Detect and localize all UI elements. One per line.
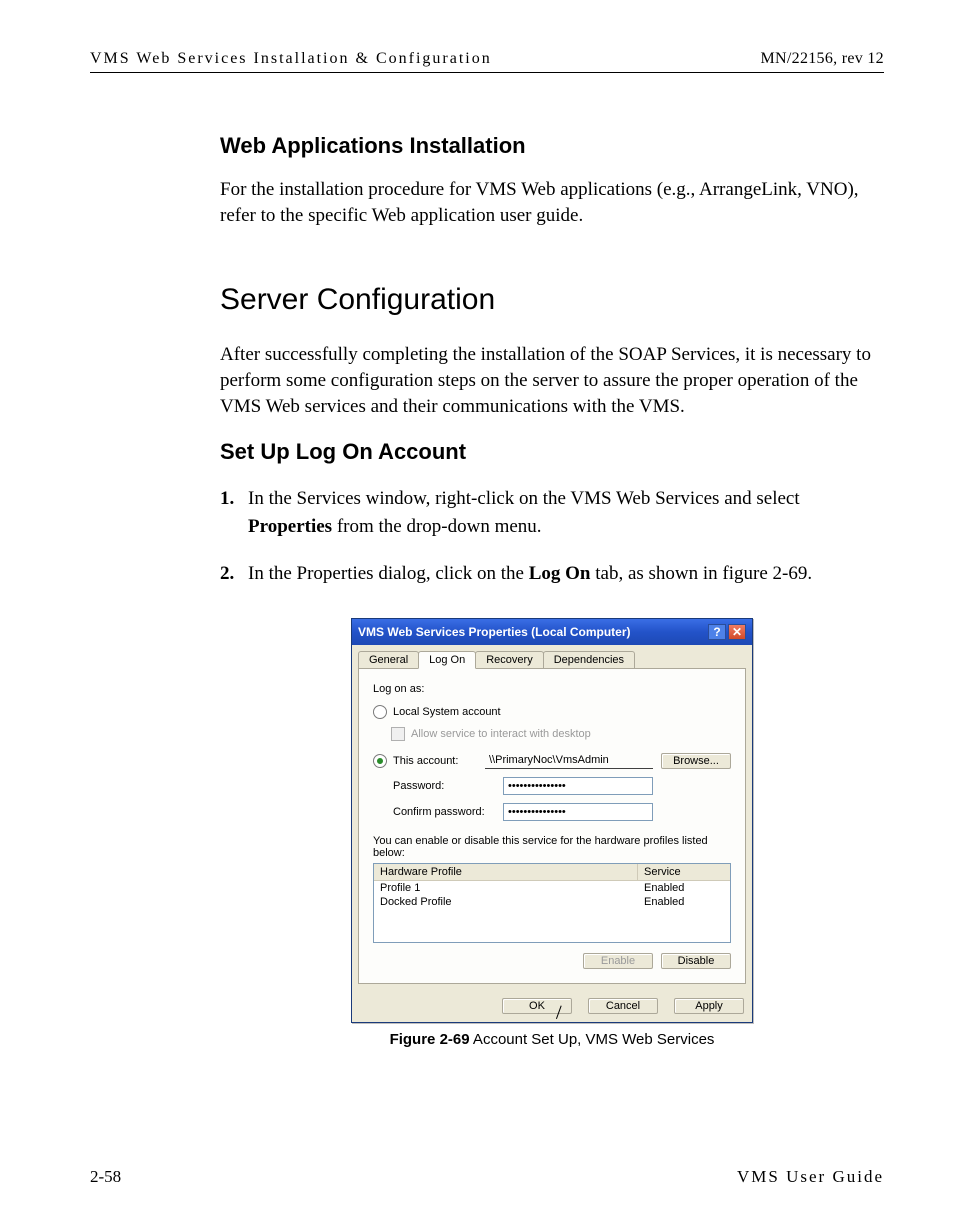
col-hardware-profile[interactable]: Hardware Profile xyxy=(374,864,638,881)
close-icon[interactable]: ✕ xyxy=(728,624,746,640)
properties-dialog: VMS Web Services Properties (Local Compu… xyxy=(351,618,753,1023)
password-input[interactable]: ••••••••••••••• xyxy=(503,777,653,795)
confirm-password-input[interactable]: ••••••••••••••• xyxy=(503,803,653,821)
help-icon[interactable]: ? xyxy=(708,624,726,640)
step-2-bold: Log On xyxy=(529,563,591,584)
confirm-password-label: Confirm password: xyxy=(373,806,503,818)
logon-as-label: Log on as: xyxy=(373,683,731,695)
header-rule xyxy=(90,72,884,73)
account-input[interactable]: \\PrimaryNoc\VmsAdmin xyxy=(485,753,653,769)
enable-button: Enable xyxy=(583,953,653,969)
step-2-text-c: tab, as shown in figure 2-69. xyxy=(591,563,813,584)
profile-status: Enabled xyxy=(638,895,730,909)
step-2-number: 2. xyxy=(220,560,234,588)
profile-name: Profile 1 xyxy=(374,881,638,895)
running-head-left: VMS Web Services Installation & Configur… xyxy=(90,50,492,68)
password-label: Password: xyxy=(373,780,503,792)
col-service[interactable]: Service xyxy=(638,864,730,881)
dialog-tabs: General Log On Recovery Dependencies xyxy=(352,645,752,668)
para-server-config: After successfully completing the instal… xyxy=(220,342,884,419)
figure-text: Account Set Up, VMS Web Services xyxy=(470,1031,715,1048)
heading-setup-logon: Set Up Log On Account xyxy=(220,439,884,465)
browse-button[interactable]: Browse... xyxy=(661,753,731,769)
step-1-text-c: from the drop-down menu. xyxy=(332,516,541,537)
cancel-button[interactable]: Cancel xyxy=(588,998,658,1014)
profile-row[interactable]: Profile 1 Enabled xyxy=(374,881,730,895)
radio-local-system[interactable] xyxy=(373,705,387,719)
this-account-label: This account: xyxy=(393,755,485,767)
local-system-label: Local System account xyxy=(393,706,501,718)
tab-dependencies[interactable]: Dependencies xyxy=(543,651,635,668)
tab-logon[interactable]: Log On xyxy=(418,651,476,669)
heading-server-config: Server Configuration xyxy=(220,283,884,317)
profile-name: Docked Profile xyxy=(374,895,638,909)
page-number: 2-58 xyxy=(90,1167,121,1187)
step-2-text-a: In the Properties dialog, click on the xyxy=(248,563,529,584)
footer-title: VMS User Guide xyxy=(737,1167,884,1187)
disable-button[interactable]: Disable xyxy=(661,953,731,969)
profile-status: Enabled xyxy=(638,881,730,895)
allow-interact-label: Allow service to interact with desktop xyxy=(411,728,591,740)
tab-general[interactable]: General xyxy=(358,651,419,668)
heading-web-apps: Web Applications Installation xyxy=(220,133,884,159)
dialog-panel: Log on as: Local System account Allow se… xyxy=(358,668,746,984)
profile-row[interactable]: Docked Profile Enabled xyxy=(374,895,730,909)
profiles-text: You can enable or disable this service f… xyxy=(373,835,731,859)
apply-button[interactable]: Apply xyxy=(674,998,744,1014)
step-1-text-a: In the Services window, right-click on t… xyxy=(248,488,800,509)
running-head-right: MN/22156, rev 12 xyxy=(761,50,884,68)
para-web-apps: For the installation procedure for VMS W… xyxy=(220,177,884,228)
step-1-bold: Properties xyxy=(248,516,332,537)
figure-caption: Figure 2-69 Account Set Up, VMS Web Serv… xyxy=(220,1031,884,1048)
figure-label: Figure 2-69 xyxy=(390,1031,470,1048)
checkbox-allow-interact xyxy=(391,727,405,741)
tab-recovery[interactable]: Recovery xyxy=(475,651,543,668)
step-1: 1. In the Services window, right-click o… xyxy=(220,485,884,540)
step-1-number: 1. xyxy=(220,485,234,513)
ok-button[interactable]: OK xyxy=(502,998,572,1014)
step-2: 2. In the Properties dialog, click on th… xyxy=(220,560,884,588)
dialog-titlebar[interactable]: VMS Web Services Properties (Local Compu… xyxy=(352,619,752,645)
dialog-title: VMS Web Services Properties (Local Compu… xyxy=(358,625,631,639)
radio-this-account[interactable] xyxy=(373,754,387,768)
profiles-list[interactable]: Hardware Profile Service Profile 1 Enabl… xyxy=(373,863,731,943)
